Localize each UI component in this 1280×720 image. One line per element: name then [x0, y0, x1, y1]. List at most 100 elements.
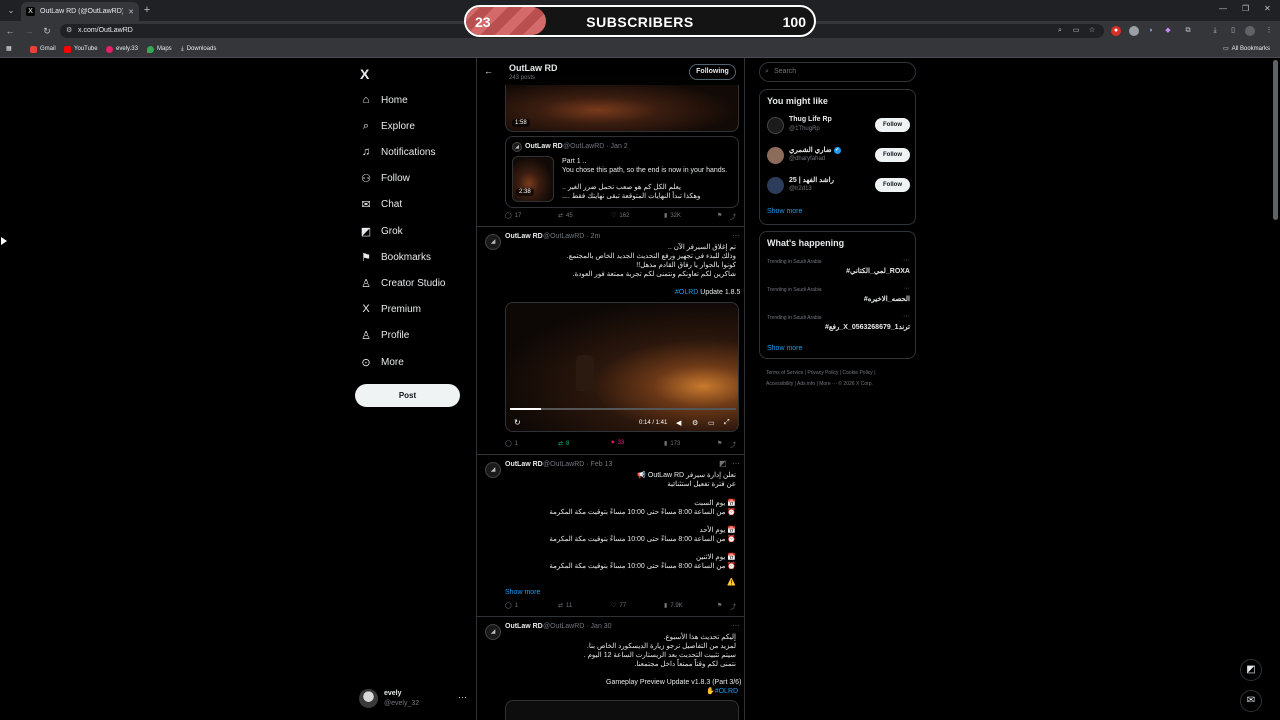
more-dots-icon[interactable]: ··· — [458, 692, 467, 702]
bookmark-downloads[interactable]: ⤓ Downloads — [181, 44, 216, 54]
profile-avatar-icon[interactable] — [1245, 26, 1255, 36]
extension-icon[interactable]: ◆ — [1163, 26, 1173, 36]
tab-search-icon[interactable]: ⌄ — [4, 4, 18, 17]
bookmark-icon[interactable]: ⚑ — [717, 212, 722, 219]
page-scrollbar[interactable] — [1273, 60, 1278, 220]
apps-grid-icon[interactable]: ▦ — [6, 44, 12, 54]
reply-button[interactable]: ◯ 17 — [505, 212, 521, 220]
browser-tab[interactable]: X OutLaw RD (@OutLawRD) / X ✕ — [21, 2, 139, 21]
trend-item[interactable]: Trending in Saudi Arabia ··· #لمي_الكتان… — [767, 257, 910, 285]
follow-button[interactable]: Follow — [875, 118, 910, 132]
nav-premium[interactable]: X Premium — [360, 299, 421, 319]
bookmark-icon[interactable]: ⚑ — [717, 440, 722, 447]
account-switcher[interactable]: evely @evely_32 ··· — [359, 688, 467, 710]
footer-link[interactable]: Terms of Service — [766, 370, 803, 376]
nav-explore[interactable]: ⌕ Explore — [360, 116, 415, 136]
tab-close-icon[interactable]: ✕ — [128, 8, 134, 16]
like-button[interactable]: ♡ 162 — [611, 212, 629, 220]
video-thumbnail[interactable]: 1:58 — [505, 78, 739, 132]
follow-button[interactable]: Follow — [875, 178, 910, 192]
cast-icon[interactable]: ▭ — [1071, 26, 1081, 36]
minimize-icon[interactable]: — — [1219, 4, 1227, 13]
more-dots-icon[interactable]: ··· — [903, 285, 910, 292]
footer-link[interactable]: More ··· — [819, 381, 837, 387]
share-icon[interactable]: ⤴ — [730, 440, 736, 449]
nav-profile[interactable]: ♙ Profile — [360, 325, 409, 345]
views-button[interactable]: ▮ 7.9K — [664, 602, 683, 610]
nav-notifications[interactable]: ♫ Notifications — [360, 142, 436, 162]
bookmark-gmail[interactable]: Gmail — [30, 44, 56, 54]
share-icon[interactable]: ⤴ — [730, 602, 736, 611]
repost-button[interactable]: ⇄ 45 — [558, 212, 573, 220]
more-dots-icon[interactable]: ··· — [732, 621, 740, 630]
extension-icon[interactable] — [1129, 26, 1139, 36]
post-author-name[interactable]: OutLaw RD — [505, 461, 543, 468]
bookmark-icon[interactable]: ⚑ — [717, 602, 722, 609]
views-button[interactable]: ▮ 173 — [664, 440, 680, 448]
following-button[interactable]: Following — [689, 64, 736, 80]
video-player[interactable]: ↻ 0:14 / 1:41 ◀ ⚙ ▭ ⤢ — [505, 302, 739, 432]
media-preview[interactable] — [505, 700, 739, 720]
x-logo-icon[interactable]: X — [360, 66, 369, 82]
views-button[interactable]: ▮ 32K — [664, 212, 681, 220]
bookmark-maps[interactable]: Maps — [147, 44, 172, 54]
suggestion-row[interactable]: Thug Life Rp @1ThugRp Follow — [767, 115, 910, 137]
more-dots-icon[interactable]: ··· — [903, 257, 910, 264]
show-more-link[interactable]: Show more — [767, 345, 802, 352]
nav-home[interactable]: ⌂ Home — [360, 90, 408, 110]
suggestion-row[interactable]: ضاري الشمري ✓ @dharyfahad Follow — [767, 145, 910, 167]
search-input[interactable]: ⌕ Search — [759, 62, 916, 82]
messages-fab-icon[interactable]: ✉ — [1240, 690, 1262, 712]
more-dots-icon[interactable]: ··· — [732, 231, 740, 240]
sidebar-icon[interactable]: ▯ — [1228, 26, 1238, 36]
avatar[interactable]: ◢ — [485, 462, 501, 478]
quoted-post[interactable]: ◢ OutLaw RD @OutLawRD · Jan 2 2:38 Part … — [505, 136, 739, 208]
follow-button[interactable]: Follow — [875, 148, 910, 162]
like-button[interactable]: ♥ 33 — [611, 440, 624, 446]
extension-icon[interactable]: ◗ — [1146, 26, 1156, 36]
post-author-name[interactable]: OutLaw RD — [505, 623, 543, 630]
like-button[interactable]: ♡ 77 — [611, 602, 626, 610]
show-more-link[interactable]: Show more — [767, 208, 802, 215]
show-more-link[interactable]: Show more — [505, 588, 540, 597]
extensions-puzzle-icon[interactable]: ⧉ — [1183, 26, 1193, 36]
replay-icon[interactable]: ↻ — [514, 418, 521, 427]
share-icon[interactable]: ⤴ — [730, 212, 736, 221]
nav-more[interactable]: ⊙ More — [360, 352, 403, 372]
trend-item[interactable]: Trending in Saudi Arabia ··· #الحصه_الاخ… — [767, 285, 910, 313]
hashtag-link[interactable]: #OLRD — [675, 289, 698, 296]
footer-link[interactable]: Accessibility — [766, 381, 793, 387]
back-arrow-icon[interactable]: ← — [4, 25, 16, 37]
grok-icon[interactable]: ◩ — [719, 459, 727, 468]
settings-gear-icon[interactable]: ⚙ — [692, 419, 698, 427]
video-progress-track[interactable] — [510, 408, 736, 410]
more-dots-icon[interactable]: ··· — [732, 459, 740, 468]
nav-grok[interactable]: ◩ Grok — [360, 221, 403, 241]
nav-creator-studio[interactable]: ♙ Creator Studio — [360, 273, 445, 293]
reply-button[interactable]: ◯ 1 — [505, 602, 518, 610]
quote-video-thumbnail[interactable]: 2:38 — [512, 156, 554, 202]
zoom-icon[interactable]: ⌕ — [1055, 26, 1065, 36]
hashtag-link[interactable]: #OLRD — [715, 688, 738, 695]
grok-fab-icon[interactable]: ◩ — [1240, 659, 1262, 681]
repost-button[interactable]: ⇄ 8 — [558, 440, 569, 448]
extension-icon[interactable]: ● — [1111, 26, 1121, 36]
footer-link[interactable]: Cookie Policy — [843, 370, 873, 376]
more-dots-icon[interactable]: ··· — [903, 313, 910, 320]
maximize-icon[interactable]: ❐ — [1242, 4, 1249, 13]
reload-icon[interactable]: ↻ — [41, 25, 53, 37]
menu-kebab-icon[interactable]: ⋮ — [1264, 26, 1274, 36]
window-close-icon[interactable]: ✕ — [1264, 4, 1271, 13]
avatar[interactable]: ◢ — [485, 234, 501, 250]
star-icon[interactable]: ☆ — [1087, 26, 1097, 36]
site-info-icon[interactable]: ⚙ — [66, 24, 72, 38]
repost-button[interactable]: ⇄ 11 — [558, 602, 572, 610]
all-bookmarks[interactable]: ▭ All Bookmarks — [1223, 44, 1270, 54]
fullscreen-icon[interactable]: ⤢ — [724, 419, 730, 427]
new-tab-icon[interactable]: + — [141, 4, 153, 16]
download-icon[interactable]: ⤓ — [1210, 26, 1220, 36]
forward-arrow-icon[interactable]: → — [23, 25, 35, 37]
avatar[interactable]: ◢ — [485, 624, 501, 640]
reply-button[interactable]: ◯ 1 — [505, 440, 518, 448]
footer-link[interactable]: Ads info — [797, 381, 815, 387]
